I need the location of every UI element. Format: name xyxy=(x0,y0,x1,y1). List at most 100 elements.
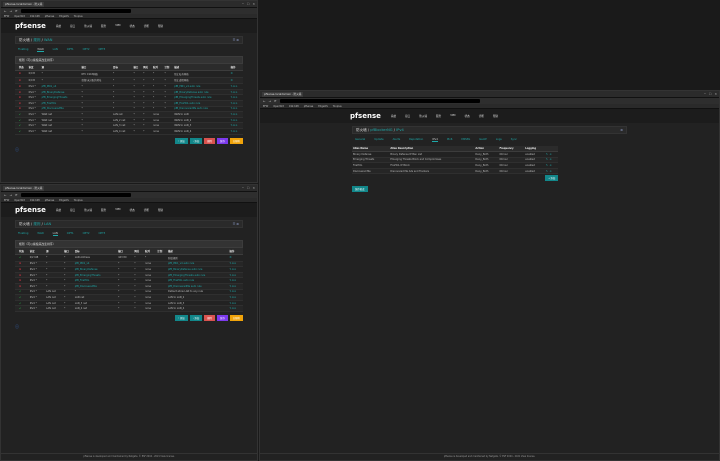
menu-item[interactable]: 诊断 xyxy=(479,114,484,118)
settings-icon[interactable]: ⚙ xyxy=(620,128,623,132)
tab-geoip[interactable]: GeoIP xyxy=(479,138,487,142)
tab-floating[interactable]: Floating xyxy=(18,48,28,52)
tab-alerts[interactable]: Alerts xyxy=(393,138,401,142)
url-input[interactable] xyxy=(20,9,131,13)
forward-icon[interactable]: → xyxy=(269,99,272,103)
table-cell[interactable]: ⚙ xyxy=(228,254,243,262)
tab-floating[interactable]: Floating xyxy=(18,232,28,236)
add-top-button[interactable]: ↑ 添加 xyxy=(174,314,188,321)
browser-tab[interactable]: pfSense.localdomain - 防火墙 xyxy=(3,1,45,7)
back-icon[interactable]: ← xyxy=(4,193,7,197)
menu-item[interactable]: VPN xyxy=(115,208,120,212)
bookmark[interactable]: EFW xyxy=(263,105,268,108)
tab-ipv6[interactable]: IPv6 xyxy=(447,138,453,142)
tab-update[interactable]: Update xyxy=(374,138,383,142)
delete-button[interactable]: 删除 xyxy=(204,137,216,144)
minimize-icon[interactable]: ─ xyxy=(242,2,244,6)
tab-opt3[interactable]: OPT3 xyxy=(98,48,105,52)
reload-icon[interactable]: ⟳ xyxy=(15,9,18,13)
settings-icon[interactable]: ☰ ⚙ xyxy=(233,222,239,226)
close-icon[interactable]: ✕ xyxy=(252,186,255,190)
breadcrumb-link[interactable]: WAN xyxy=(44,38,53,42)
pfsense-logo[interactable]: pfsense xyxy=(350,112,381,120)
table-cell[interactable]: ⚙ xyxy=(229,77,243,85)
bookmark[interactable]: Tooplus xyxy=(333,105,342,108)
back-icon[interactable]: ← xyxy=(4,9,7,13)
bookmark[interactable]: pfSense xyxy=(45,15,55,18)
tab-logs[interactable]: Logs xyxy=(496,138,502,142)
bookmark[interactable]: 192.168 xyxy=(289,105,299,108)
bookmark[interactable]: EFW xyxy=(4,15,9,18)
bookmark[interactable]: Tooplus xyxy=(74,15,83,18)
menu-item[interactable]: 防火墙 xyxy=(84,24,92,28)
breadcrumb-link[interactable]: 规则 xyxy=(33,38,40,43)
minimize-icon[interactable]: ─ xyxy=(242,186,244,190)
tab-general[interactable]: General xyxy=(355,138,365,142)
tab-wan[interactable]: WAN xyxy=(37,48,44,52)
menu-item[interactable]: 系统 xyxy=(391,114,396,118)
bookmark[interactable]: pfSense xyxy=(304,105,314,108)
menu-item[interactable]: 服务 xyxy=(101,208,106,212)
menu-item[interactable]: 接口 xyxy=(70,208,75,212)
menu-item[interactable]: VPN xyxy=(115,24,120,28)
bookmark[interactable]: OpenWrt xyxy=(273,105,284,108)
bookmark[interactable]: EdgeOS xyxy=(318,105,327,108)
bookmark[interactable]: EdgeOS xyxy=(59,15,68,18)
menu-item[interactable]: 接口 xyxy=(70,24,75,28)
breadcrumb-link[interactable]: IPv4 xyxy=(396,128,404,132)
bookmark[interactable]: 192.168 xyxy=(30,15,40,18)
bookmark[interactable]: OpenWrt xyxy=(14,15,25,18)
maximize-icon[interactable]: ☐ xyxy=(247,2,250,6)
tab-opt3[interactable]: OPT3 xyxy=(98,232,105,236)
table-row[interactable]: Discovered Me Discovered Me Ads and Track… xyxy=(352,168,559,175)
table-row[interactable]: ✔ 0/2 KiB * * LAN Address 443 80 * * 防锁规则 ⚙ xyxy=(15,254,243,262)
maximize-icon[interactable]: ☐ xyxy=(709,92,712,96)
reload-icon[interactable]: ⟳ xyxy=(274,99,277,103)
table-cell[interactable]: ✎⧉⊘ xyxy=(229,128,243,135)
browser-tab[interactable]: pfSense.localdomain - 防火墙 xyxy=(3,185,45,191)
menu-item[interactable]: 系统 xyxy=(56,24,61,28)
breadcrumb-link[interactable]: LAN xyxy=(44,222,51,226)
bookmark[interactable]: OpenWrt xyxy=(14,199,25,202)
close-icon[interactable]: ✕ xyxy=(714,92,717,96)
tab-lan[interactable]: LAN xyxy=(52,232,58,236)
menu-item[interactable]: 帮助 xyxy=(493,114,498,118)
info-icon[interactable]: ⓘ xyxy=(15,324,243,330)
pfsense-logo[interactable]: pfsense xyxy=(15,206,46,214)
add-top-button[interactable]: ↑ 添加 xyxy=(174,137,188,144)
add-alias-button[interactable]: + 添加 xyxy=(545,175,559,182)
table-cell[interactable]: ✎ ⊘ xyxy=(544,168,559,175)
menu-item[interactable]: 服务 xyxy=(101,24,106,28)
tab-lan[interactable]: LAN xyxy=(53,48,58,52)
menu-item[interactable]: 帮助 xyxy=(158,24,163,28)
tab-reputation[interactable]: Reputation xyxy=(409,138,423,142)
url-input[interactable] xyxy=(279,99,480,103)
menu-item[interactable]: 状态 xyxy=(130,24,135,28)
separator-button[interactable]: 分隔符 xyxy=(229,314,243,321)
minimize-icon[interactable]: ─ xyxy=(704,92,706,96)
bookmark[interactable]: EdgeOS xyxy=(59,199,68,202)
menu-item[interactable]: VPN xyxy=(450,114,455,118)
save-changes-button[interactable]: 保存更改 xyxy=(352,186,368,193)
menu-item[interactable]: 接口 xyxy=(405,114,410,118)
menu-item[interactable]: 状态 xyxy=(130,208,135,212)
info-icon[interactable]: ⓘ xyxy=(15,147,243,153)
maximize-icon[interactable]: ☐ xyxy=(247,186,250,190)
menu-item[interactable]: 防火墙 xyxy=(84,208,92,212)
tab-dnsbl[interactable]: DNSBL xyxy=(461,138,470,142)
forward-icon[interactable]: → xyxy=(10,9,13,13)
reload-icon[interactable]: ⟳ xyxy=(15,193,18,197)
add-bottom-button[interactable]: ↓ 添加 xyxy=(189,137,203,144)
table-row[interactable]: ✖ 0/0 B * RFC 1918网络 * * * * * 阻止私有网络 ⚙ xyxy=(15,70,243,78)
tab-sync[interactable]: Sync xyxy=(511,138,517,142)
tab-wan[interactable]: WAN xyxy=(37,232,43,236)
save-button[interactable]: 保存 xyxy=(217,137,228,144)
bookmark[interactable]: pfSense xyxy=(45,199,55,202)
tab-ipv4[interactable]: IPv4 xyxy=(432,138,438,142)
tab-opt1[interactable]: OPT1 xyxy=(67,232,74,236)
menu-item[interactable]: 诊断 xyxy=(144,208,149,212)
table-cell[interactable]: ⚙ xyxy=(229,70,243,78)
forward-icon[interactable]: → xyxy=(10,193,13,197)
table-row[interactable]: ✔ IPv4 * LAN net * LAN_4 net * * none LAN to LAN… xyxy=(15,305,243,312)
menu-item[interactable]: 服务 xyxy=(436,114,441,118)
